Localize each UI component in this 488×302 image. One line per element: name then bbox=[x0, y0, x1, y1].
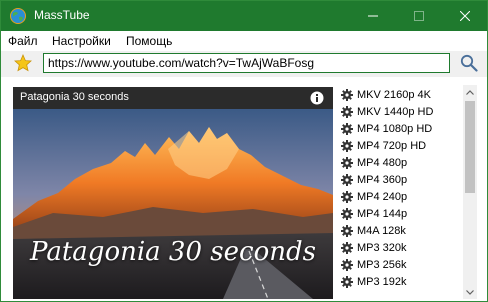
format-item[interactable]: MKV 1440p HD bbox=[341, 103, 461, 120]
format-item[interactable]: MP4 480p bbox=[341, 154, 461, 171]
format-label: M4A 128k bbox=[357, 224, 406, 237]
star-icon bbox=[14, 54, 32, 72]
format-item[interactable]: MP3 256k bbox=[341, 256, 461, 273]
gear-icon bbox=[341, 275, 353, 288]
gear-icon bbox=[341, 139, 353, 152]
gear-icon bbox=[341, 241, 353, 254]
format-label: MP4 1080p HD bbox=[357, 122, 433, 135]
scroll-down-button[interactable] bbox=[463, 285, 477, 299]
gear-icon bbox=[341, 224, 353, 237]
format-label: MP4 360p bbox=[357, 173, 408, 186]
format-list: MKV 2160p 4K MKV 1440p HD MP4 1080p HD M… bbox=[341, 86, 461, 301]
format-label: MP3 320k bbox=[357, 241, 407, 254]
info-icon[interactable] bbox=[310, 91, 324, 105]
video-thumbnail bbox=[13, 109, 333, 299]
gear-icon bbox=[341, 122, 353, 135]
format-item[interactable]: MP3 192k bbox=[341, 273, 461, 290]
maximize-icon bbox=[414, 11, 424, 21]
close-button[interactable] bbox=[442, 1, 488, 31]
video-header: Patagonia 30 seconds bbox=[13, 87, 333, 109]
gear-icon bbox=[341, 105, 353, 118]
format-label: MKV 1440p HD bbox=[357, 105, 434, 118]
gear-icon bbox=[341, 207, 353, 220]
search-button[interactable] bbox=[456, 52, 482, 74]
format-label: MP3 256k bbox=[357, 258, 407, 271]
url-input[interactable] bbox=[43, 53, 450, 73]
minimize-icon bbox=[368, 15, 378, 17]
window-title: MassTube bbox=[34, 8, 90, 22]
chevron-up-icon bbox=[466, 89, 474, 95]
format-label: MP4 240p bbox=[357, 190, 408, 203]
format-label: MKV 2160p 4K bbox=[357, 88, 431, 101]
format-label: MP4 480p bbox=[357, 156, 408, 169]
gear-icon bbox=[341, 258, 353, 271]
gear-icon bbox=[341, 190, 353, 203]
scroll-thumb[interactable] bbox=[465, 101, 475, 193]
format-item[interactable]: MP4 240p bbox=[341, 188, 461, 205]
title-bar[interactable]: MassTube bbox=[1, 1, 487, 31]
gear-icon bbox=[341, 88, 353, 101]
format-item[interactable]: M4A 128k bbox=[341, 222, 461, 239]
chevron-down-icon bbox=[466, 289, 474, 295]
main-content: Patagonia 30 seconds Patagonia 30 second… bbox=[1, 77, 487, 301]
menu-settings[interactable]: Настройки bbox=[52, 34, 111, 48]
format-item[interactable]: MKV 2160p 4K bbox=[341, 86, 461, 103]
app-window: MassTube Файл Настройки Помощь https://w… bbox=[0, 0, 488, 302]
format-item[interactable]: MP4 144p bbox=[341, 205, 461, 222]
video-caption: Patagonia 30 seconds bbox=[30, 237, 316, 267]
menu-file[interactable]: Файл bbox=[8, 34, 38, 48]
format-item[interactable]: MP4 1080p HD bbox=[341, 120, 461, 137]
favorite-button[interactable] bbox=[10, 52, 36, 74]
gear-icon bbox=[341, 156, 353, 169]
toolbar bbox=[1, 51, 487, 77]
close-icon bbox=[460, 11, 470, 21]
video-card[interactable]: Patagonia 30 seconds Patagonia 30 second… bbox=[13, 87, 333, 299]
globe-icon bbox=[10, 8, 26, 24]
format-item[interactable]: MP4 360p bbox=[341, 171, 461, 188]
minimize-button[interactable] bbox=[350, 1, 396, 31]
format-item[interactable]: MP3 320k bbox=[341, 239, 461, 256]
format-label: MP3 192k bbox=[357, 275, 407, 288]
magnifier-icon bbox=[460, 54, 478, 72]
scroll-up-button[interactable] bbox=[463, 85, 477, 99]
menu-bar: Файл Настройки Помощь bbox=[1, 31, 487, 51]
format-item[interactable]: MP4 720p HD bbox=[341, 137, 461, 154]
format-label: MP4 720p HD bbox=[357, 139, 427, 152]
maximize-button[interactable] bbox=[396, 1, 442, 31]
menu-help[interactable]: Помощь bbox=[126, 34, 172, 48]
vertical-scrollbar[interactable] bbox=[463, 85, 477, 299]
video-title: Patagonia 30 seconds bbox=[20, 91, 129, 103]
format-label: MP4 144p bbox=[357, 207, 408, 220]
gear-icon bbox=[341, 173, 353, 186]
